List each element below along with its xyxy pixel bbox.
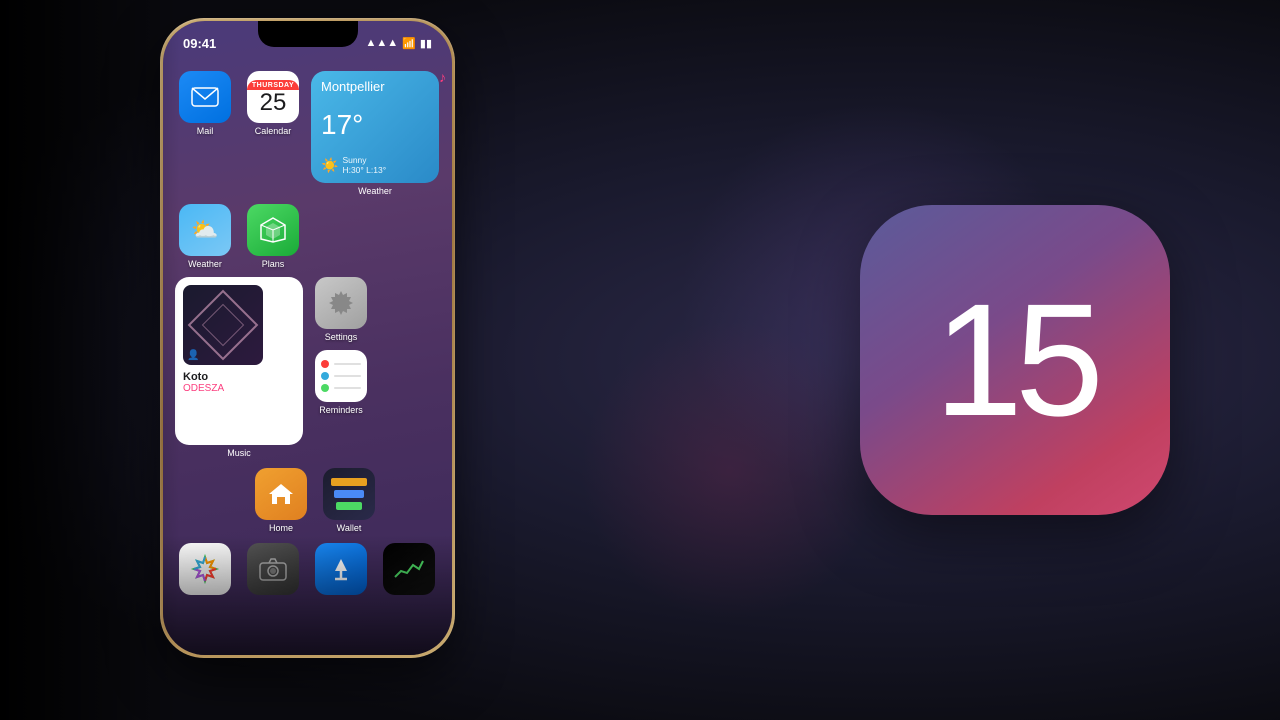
weather-small-icon: ⛅ (179, 204, 231, 256)
app-home[interactable]: Home (251, 468, 311, 533)
phone-frame: 09:41 ▲▲▲ 📶 ▮▮ Mail (160, 18, 455, 658)
app-calendar[interactable]: THURSDAY 25 Calendar (243, 71, 303, 136)
status-time: 09:41 (183, 36, 216, 51)
music-widget-inner: 👤 ♪ (183, 285, 295, 365)
app-row-2: ⛅ Weather Plans (175, 204, 440, 269)
home-icon (255, 468, 307, 520)
weather-city: Montpellier (321, 79, 429, 94)
home-label: Home (269, 523, 293, 533)
stocks-icon (383, 543, 435, 595)
rem-text-1 (334, 363, 361, 365)
music-widget-container: 👤 ♪ Koto ODESZA Music (175, 277, 303, 458)
left-dark-overlay (0, 0, 180, 720)
rem-dot-green (321, 384, 329, 392)
app-settings[interactable]: Settings (311, 277, 371, 342)
rem-line-2 (321, 372, 361, 380)
rem-line-1 (321, 360, 361, 368)
app-stocks[interactable] (379, 543, 439, 598)
calendar-label: Calendar (255, 126, 292, 136)
app-plans[interactable]: Plans (243, 204, 303, 269)
rem-line-3 (321, 384, 361, 392)
signal-icon: ▲▲▲ (366, 37, 399, 49)
camera-icon (247, 543, 299, 595)
wallet-label: Wallet (337, 523, 362, 533)
app-row-5 (175, 543, 440, 598)
weather-widget-container: Montpellier 17° ☀️ Sunny H:30° L:13° Wea… (311, 71, 439, 196)
app-camera[interactable] (243, 543, 303, 598)
music-figure-icon: 👤 (187, 350, 199, 361)
weather-bottom: ☀️ Sunny H:30° L:13° (321, 155, 429, 175)
rem-dot-blue (321, 372, 329, 380)
app-wallet[interactable]: Wallet (319, 468, 379, 533)
status-icons: ▲▲▲ 📶 ▮▮ (366, 37, 432, 50)
calendar-day: THURSDAY (247, 80, 299, 90)
reminders-lines (315, 354, 367, 398)
photos-icon (179, 543, 231, 595)
music-artist: ODESZA (183, 383, 295, 394)
app-mail[interactable]: Mail (175, 71, 235, 136)
music-title: Koto (183, 371, 295, 383)
reminders-icon (315, 350, 367, 402)
weather-small-label: Weather (188, 259, 222, 269)
app-row-1: Mail THURSDAY 25 Calendar Montpellier 17… (175, 71, 440, 196)
wallet-cards (323, 470, 375, 518)
cloud-icon: ⛅ (191, 217, 218, 243)
app-photos[interactable] (175, 543, 235, 598)
sun-icon: ☀️ (321, 157, 338, 174)
weather-condition: Sunny (342, 155, 386, 165)
music-album-art: 👤 (183, 285, 263, 365)
calendar-icon: THURSDAY 25 (247, 71, 299, 123)
phone-screen: 09:41 ▲▲▲ 📶 ▮▮ Mail (163, 21, 452, 655)
app-appstore[interactable] (311, 543, 371, 598)
weather-hl: H:30° L:13° (342, 165, 386, 175)
settings-label: Settings (325, 332, 358, 342)
appstore-icon (315, 543, 367, 595)
reminders-label: Reminders (319, 405, 363, 415)
plans-label: Plans (262, 259, 285, 269)
rem-dot-red (321, 360, 329, 368)
weather-widget-label: Weather (358, 186, 392, 196)
music-label: Music (227, 448, 251, 458)
app-reminders[interactable]: Reminders (311, 350, 371, 415)
ios15-number: 15 (934, 280, 1096, 440)
mail-label: Mail (197, 126, 214, 136)
app-weather[interactable]: ⛅ Weather (175, 204, 235, 269)
wallet-card-3 (336, 502, 362, 510)
wallet-card-1 (331, 478, 366, 486)
mail-icon (179, 71, 231, 123)
wifi-icon: 📶 (402, 37, 416, 50)
music-note-icon: ♪ (439, 69, 446, 85)
wallet-card-2 (334, 490, 365, 498)
home-screen: Mail THURSDAY 25 Calendar Montpellier 17… (163, 63, 452, 655)
small-apps-col-1: Settings (311, 277, 371, 415)
wallet-icon (323, 468, 375, 520)
music-info: Koto ODESZA (183, 371, 295, 437)
app-row-3: 👤 ♪ Koto ODESZA Music (175, 277, 440, 458)
rem-text-3 (334, 387, 361, 389)
weather-desc: Sunny H:30° L:13° (342, 155, 386, 175)
calendar-date: 25 (260, 91, 287, 115)
maps-icon (247, 204, 299, 256)
music-widget[interactable]: 👤 ♪ Koto ODESZA (175, 277, 303, 445)
weather-widget[interactable]: Montpellier 17° ☀️ Sunny H:30° L:13° (311, 71, 439, 183)
battery-icon: ▮▮ (420, 37, 432, 50)
rem-text-2 (334, 375, 361, 377)
app-row-4: Home Wallet (175, 468, 440, 533)
notch (258, 21, 358, 47)
ios15-icon: 15 (860, 205, 1170, 515)
settings-icon (315, 277, 367, 329)
weather-temp: 17° (321, 111, 429, 139)
